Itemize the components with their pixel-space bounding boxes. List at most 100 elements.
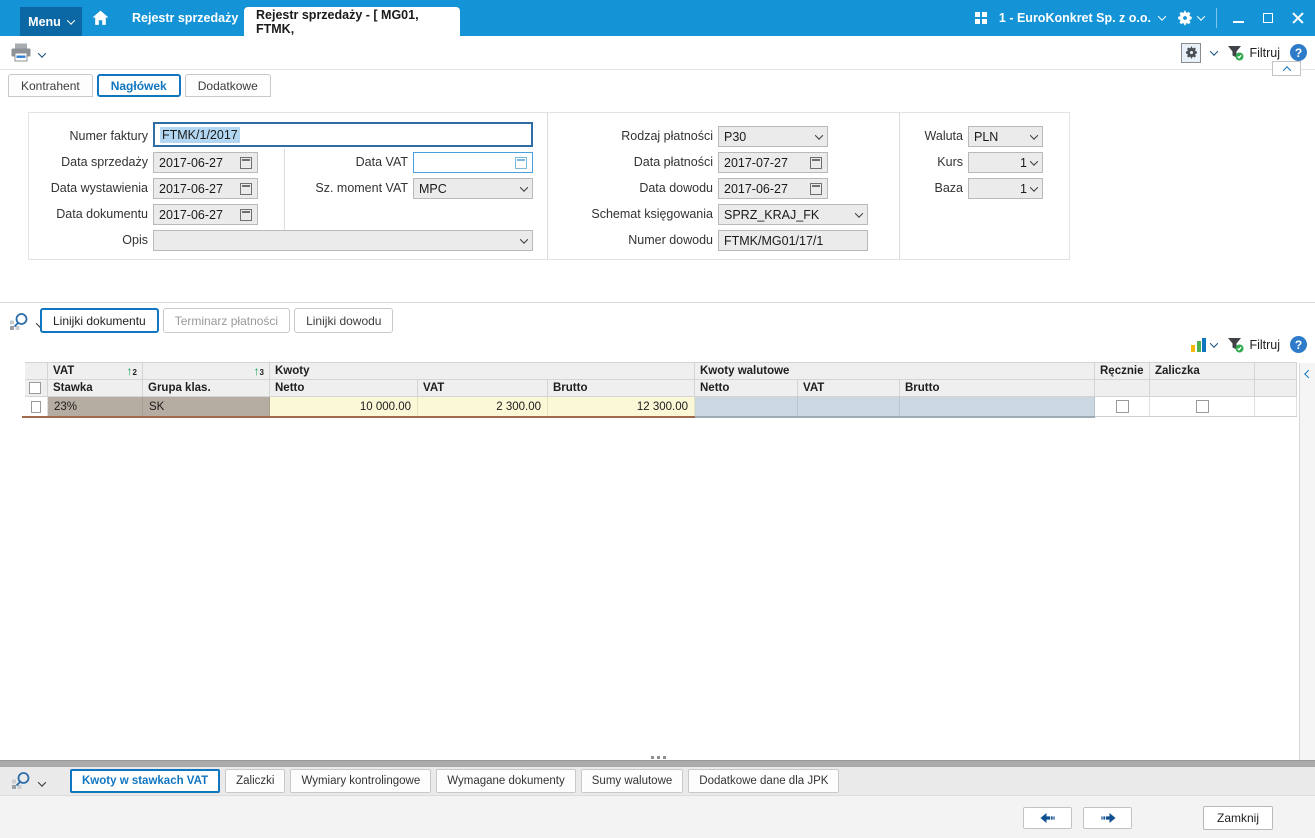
column-header-walutowe-brutto[interactable]: Brutto (900, 380, 1095, 397)
cell-brutto[interactable]: 12 300.00 (548, 397, 695, 416)
column-header-netto[interactable]: Netto (270, 380, 418, 397)
waluta-dropdown[interactable]: PLN (968, 126, 1043, 147)
tab-naglowek[interactable]: Nagłówek (96, 74, 181, 97)
column-header-walutowe-vat[interactable]: VAT (798, 380, 900, 397)
column-header-stawka[interactable]: Stawka (48, 380, 143, 397)
data-sprzedazy-input[interactable]: 2017-06-27 (153, 152, 258, 173)
chevron-down-icon (519, 234, 529, 244)
organizer-gear-icon (1185, 46, 1197, 59)
collapse-header-button[interactable] (1272, 61, 1301, 76)
chevron-down-icon[interactable] (37, 777, 47, 787)
recznie-checkbox[interactable] (1115, 400, 1129, 413)
tab-rejestr-sprzedazy[interactable]: Rejestr sprzedaży (118, 0, 252, 36)
chart-view-button[interactable] (1191, 337, 1219, 352)
maximize-button[interactable] (1259, 6, 1277, 30)
horizontal-splitter[interactable] (0, 760, 1315, 767)
numer-dowodu-input[interactable]: FTMK/MG01/17/1 (718, 230, 868, 251)
cell-vat[interactable]: 2 300.00 (418, 397, 548, 416)
tab-wymiary-kontrolingowe[interactable]: Wymiary kontrolingowe (290, 769, 432, 793)
filter-label: Filtruj (1249, 337, 1280, 352)
tab-linijki-dokumentu[interactable]: Linijki dokumentu (40, 308, 159, 333)
calendar-icon[interactable] (810, 156, 822, 169)
help-button[interactable]: ? (1290, 44, 1307, 61)
row-checkbox[interactable] (31, 400, 41, 413)
zaliczka-checkbox[interactable] (1195, 400, 1209, 413)
settings-menu[interactable] (1177, 10, 1206, 26)
calendar-icon[interactable] (515, 156, 527, 169)
baza-dropdown[interactable]: 1 (968, 178, 1043, 199)
calendar-icon[interactable] (240, 156, 252, 169)
data-platnosci-label: Data płatności (633, 155, 713, 169)
data-platnosci-input[interactable]: 2017-07-27 (718, 152, 828, 173)
tab-zaliczki[interactable]: Zaliczki (225, 769, 286, 793)
moment-vat-dropdown[interactable]: MPC (413, 178, 533, 199)
tab-wymagane-dokumenty[interactable]: Wymagane dokumenty (436, 769, 576, 793)
tab-linijki-dowodu[interactable]: Linijki dowodu (294, 308, 394, 333)
group-header-kwoty: Kwoty (270, 363, 695, 380)
column-header-grupa-klas[interactable]: Grupa klas. (143, 380, 270, 397)
close-button[interactable] (1289, 6, 1307, 30)
form-divider (547, 113, 548, 259)
focused-row-underline (1095, 416, 1297, 417)
organizer-button[interactable] (1181, 42, 1202, 63)
column-header-brutto[interactable]: Brutto (548, 380, 695, 397)
previous-record-button[interactable] (1023, 807, 1072, 829)
minimize-button[interactable] (1229, 6, 1247, 30)
tab-kwoty-w-stawkach-vat[interactable]: Kwoty w stawkach VAT (70, 769, 221, 793)
row-select-cell (25, 397, 48, 416)
calendar-icon[interactable] (810, 182, 822, 195)
rodzaj-platnosci-dropdown[interactable]: P30 (718, 126, 828, 147)
cell-grupa-klas[interactable]: SK (143, 397, 270, 416)
tab-dodatkowe[interactable]: Dodatkowe (184, 74, 271, 97)
menu-button[interactable]: Menu (20, 7, 82, 36)
home-button[interactable] (92, 10, 109, 31)
numer-faktury-input[interactable]: FTMK/1/2017 (153, 122, 533, 147)
filter-button[interactable]: Filtruj (1227, 45, 1280, 61)
tab-rejestr-sprzedazy-document[interactable]: Rejestr sprzedaży - [ MG01, FTMK, (244, 7, 460, 36)
print-options-chevron-icon[interactable] (37, 49, 47, 58)
tab-dodatkowe-dane-dla-jpk[interactable]: Dodatkowe dane dla JPK (688, 769, 840, 793)
sort-asc-icon[interactable]: 2 (127, 365, 137, 377)
tab-kontrahent[interactable]: Kontrahent (8, 74, 93, 97)
calendar-icon[interactable] (240, 208, 252, 221)
chevron-down-icon (1029, 130, 1039, 140)
close-form-button[interactable]: Zamknij (1203, 806, 1273, 830)
tab-terminarz-platnosci[interactable]: Terminarz płatności (162, 308, 291, 333)
data-vat-input[interactable] (413, 152, 533, 173)
next-record-button[interactable] (1083, 807, 1132, 829)
chevron-down-icon (519, 182, 529, 192)
column-header-recznie[interactable]: Ręcznie (1095, 363, 1150, 380)
modules-grid-icon[interactable] (974, 12, 987, 24)
chevron-down-icon (1157, 12, 1167, 21)
opis-dropdown[interactable] (153, 230, 533, 251)
data-dokumentu-input[interactable]: 2017-06-27 (153, 204, 258, 225)
cell-walutowe-brutto[interactable] (900, 397, 1095, 416)
column-header-walutowe-netto[interactable]: Netto (695, 380, 798, 397)
sort-asc-icon[interactable]: 3 (254, 365, 264, 377)
data-wystawienia-input[interactable]: 2017-06-27 (153, 178, 258, 199)
grid-help-button[interactable]: ? (1290, 336, 1307, 353)
grid-filter-button[interactable]: Filtruj (1227, 337, 1280, 353)
schemat-ksiegowania-dropdown[interactable]: SPRZ_KRAJ_FK (718, 204, 868, 225)
cell-netto[interactable]: 10 000.00 (270, 397, 418, 416)
rodzaj-platnosci-label: Rodzaj płatności (621, 129, 713, 143)
organizer-chevron-icon[interactable] (1210, 46, 1219, 56)
collapsed-side-panel[interactable] (1299, 363, 1315, 760)
group-header-vat: VAT 2 (48, 363, 143, 380)
select-all-checkbox[interactable] (29, 382, 41, 394)
calendar-icon[interactable] (240, 182, 252, 195)
data-dowodu-input[interactable]: 2017-06-27 (718, 178, 828, 199)
print-button[interactable] (10, 43, 32, 67)
column-header-zaliczka[interactable]: Zaliczka (1150, 363, 1255, 380)
grid-search-button[interactable] (8, 312, 30, 337)
company-name: 1 - EuroKonkret Sp. z o.o. (998, 11, 1151, 25)
company-selector[interactable]: 1 - EuroKonkret Sp. z o.o. (998, 11, 1167, 25)
cell-stawka[interactable]: 23% (48, 397, 143, 416)
kurs-dropdown[interactable]: 1 (968, 152, 1043, 173)
chevron-left-icon (1304, 369, 1313, 379)
bottom-grid-search-button[interactable] (10, 771, 32, 796)
cell-walutowe-vat[interactable] (798, 397, 900, 416)
cell-walutowe-netto[interactable] (695, 397, 798, 416)
column-header-vat[interactable]: VAT (418, 380, 548, 397)
tab-sumy-walutowe[interactable]: Sumy walutowe (580, 769, 684, 793)
